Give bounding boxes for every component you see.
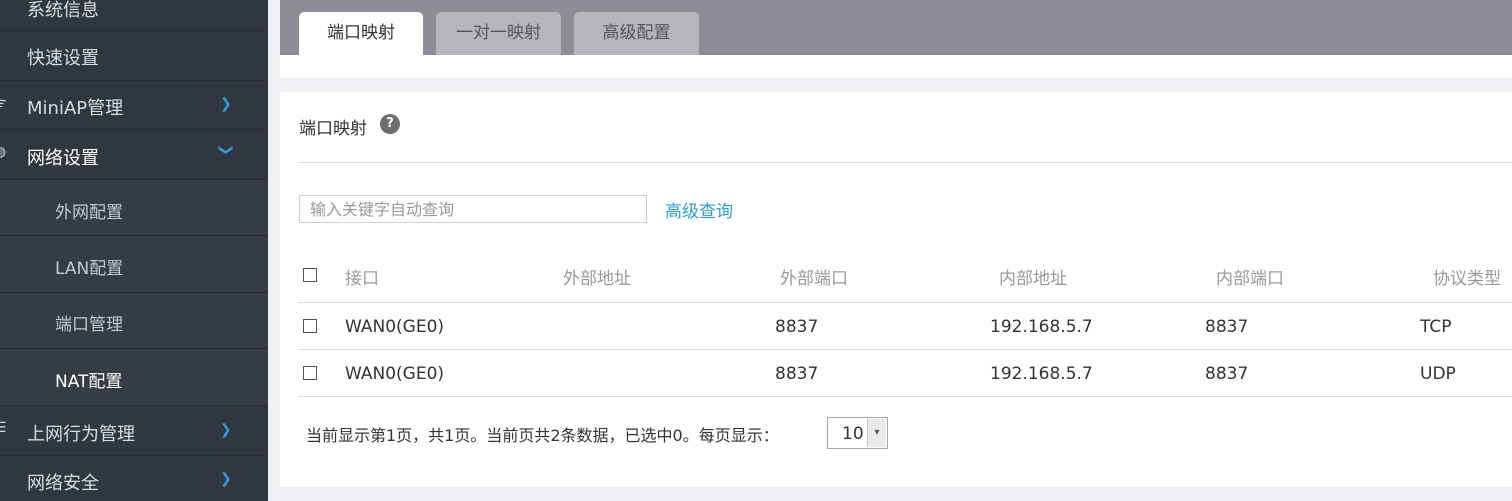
search-input[interactable] [299,195,647,223]
sidebar-item-network-security[interactable]: ▏ 网络安全 ❯ [0,456,268,501]
table-row[interactable]: WAN0(GE0) 8837 192.168.5.7 8837 TCP [298,303,1512,350]
tab-bar: 端口映射 一对一映射 高级配置 [280,0,1512,55]
sidebar-item-label: 系统信息 [27,0,99,21]
sidebar-item-quick-setup[interactable]: • 快速设置 [0,31,268,81]
cell-internal-port: 8837 [1205,317,1249,337]
chevron-right-icon: ❯ [220,422,232,438]
sidebar-item-lan-config[interactable]: LAN配置 [0,236,268,293]
column-header-external-address: 外部地址 [563,269,631,289]
cell-internal-address: 192.168.5.7 [990,317,1093,337]
sidebar-item-miniap[interactable]: ᯤ MiniAP管理 ❯ [0,81,268,130]
sidebar-item-behavior-management[interactable]: ☰ 上网行为管理 ❯ [0,406,268,456]
sidebar-item-system-info[interactable]: 系统信息 [0,0,268,31]
sidebar-item-wan-config[interactable]: 外网配置 [0,180,268,236]
chevron-right-icon: ❯ [220,471,232,487]
sidebar-item-label: LAN配置 [55,259,124,279]
sidebar-item-nat-config[interactable]: NAT配置 [0,349,268,406]
row-checkbox[interactable] [303,366,317,380]
cell-protocol: UDP [1420,364,1456,384]
main-content: 端口映射 一对一映射 高级配置 端口映射 ? 高级查询 接口 外部地址 外部端口… [268,0,1512,501]
cell-protocol: TCP [1420,317,1452,337]
shield-icon: ▏ [0,470,5,486]
chevron-down-icon[interactable]: ▾ [867,419,886,447]
chevron-right-icon: ❯ [220,96,232,112]
list-icon: ☰ [0,420,7,436]
sidebar-item-label: 网络设置 [27,148,99,169]
port-mapping-panel: 端口映射 ? 高级查询 接口 外部地址 外部端口 内部地址 内部端口 协议类型 … [280,92,1512,487]
globe-icon: ◍ [0,144,7,160]
pagination-summary: 当前显示第1页，共1页。当前页共2条数据，已选中0。每页显示： [306,426,779,445]
page-size-select[interactable]: 10 ▾ [827,417,888,449]
row-checkbox[interactable] [303,319,317,333]
sidebar-item-label: NAT配置 [55,372,123,392]
sidebar-item-network-settings[interactable]: ◍ 网络设置 ❯ [0,130,268,180]
help-icon[interactable]: ? [380,114,400,134]
column-header-internal-address: 内部地址 [999,269,1067,289]
divider [298,162,1512,163]
tab-one-to-one-mapping[interactable]: 一对一映射 [436,12,561,55]
cell-interface: WAN0(GE0) [345,364,445,384]
panel-title: 端口映射 [299,119,367,139]
page-size-value: 10 [842,424,864,444]
sidebar-item-label: 端口管理 [55,315,123,335]
sidebar-item-label: 网络安全 [27,473,99,494]
sidebar-item-label: 上网行为管理 [27,424,135,445]
table-row[interactable]: WAN0(GE0) 8837 192.168.5.7 8837 UDP [298,350,1512,397]
tab-advanced-config[interactable]: 高级配置 [574,12,699,55]
wifi-icon: ᯤ [0,95,7,111]
sidebar-item-label: 外网配置 [55,203,123,223]
select-all-checkbox[interactable] [303,268,317,282]
panel-bottom-gap [280,487,1512,501]
sidebar-item-label: MiniAP管理 [27,98,124,119]
column-header-interface: 接口 [345,269,379,289]
cell-external-port: 8837 [775,364,819,384]
cell-external-port: 8837 [775,317,819,337]
column-header-protocol: 协议类型 [1433,269,1501,289]
sidebar: 系统信息 • 快速设置 ᯤ MiniAP管理 ❯ ◍ 网络设置 ❯ 外网配置 L… [0,0,268,501]
tab-content-header [280,55,1512,78]
cell-interface: WAN0(GE0) [345,317,445,337]
sidebar-item-port-management[interactable]: 端口管理 [0,293,268,349]
sidebar-item-label: 快速设置 [27,48,99,69]
column-header-internal-port: 内部端口 [1216,269,1284,289]
column-header-external-port: 外部端口 [780,269,848,289]
cell-internal-address: 192.168.5.7 [990,364,1093,384]
advanced-search-link[interactable]: 高级查询 [665,197,733,222]
bolt-icon: • [0,46,2,62]
table-header-row: 接口 外部地址 外部端口 内部地址 内部端口 协议类型 [298,247,1512,303]
chevron-down-icon: ❯ [217,144,234,156]
tab-port-mapping[interactable]: 端口映射 [299,12,423,55]
cell-internal-port: 8837 [1205,364,1249,384]
